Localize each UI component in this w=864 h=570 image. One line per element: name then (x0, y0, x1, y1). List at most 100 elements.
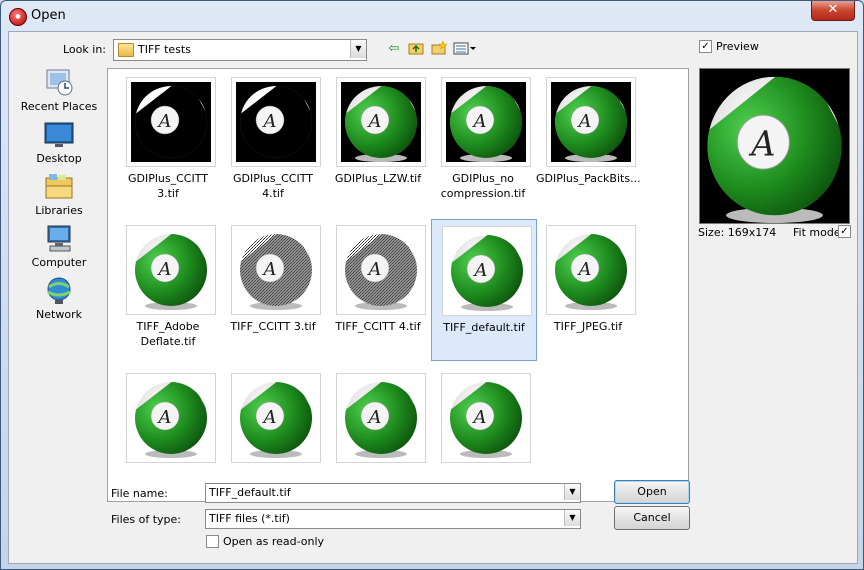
file-item[interactable]: A GDIPlus_CCITT 3.tif (116, 71, 220, 211)
file-name: GDIPlus_CCITT 4.tif (233, 172, 313, 200)
svg-text:A: A (367, 407, 382, 428)
preview-label: Preview (716, 40, 759, 53)
file-name: TIFF_JPEG.tif (553, 320, 623, 333)
up-folder-icon[interactable] (407, 41, 425, 57)
look-in-label: Look in: (63, 43, 106, 56)
file-thumbnail: A (336, 225, 426, 315)
fit-mode-checkbox[interactable]: ✓ (838, 225, 851, 238)
place-libraries[interactable]: Libraries (17, 172, 101, 217)
file-thumbnail: A (231, 373, 321, 463)
file-item[interactable]: A GDIPlus_LZW.tif (326, 71, 430, 211)
file-name-value[interactable]: TIFF_default.tif (209, 486, 291, 499)
folder-icon (118, 43, 134, 57)
title-bar[interactable]: ● Open ✕ (1, 1, 863, 31)
place-label: Network (36, 308, 82, 321)
svg-text:A: A (367, 111, 382, 132)
svg-text:A: A (472, 407, 487, 428)
file-item[interactable]: A TIFF_default.tif (431, 219, 537, 361)
file-thumbnail: A (546, 225, 636, 315)
place-network[interactable]: Network (17, 276, 101, 321)
file-item[interactable]: A TIFF_JPEG.tif (536, 219, 640, 359)
look-in-combo[interactable]: TIFF tests ▼ (113, 39, 367, 61)
libraries-icon (43, 172, 75, 202)
svg-text:A: A (748, 124, 775, 165)
network-icon (43, 276, 75, 306)
file-thumbnail: A (231, 77, 321, 167)
window-title: Open (31, 8, 66, 23)
svg-text:A: A (262, 111, 277, 132)
chevron-down-icon[interactable]: ▼ (564, 484, 580, 500)
file-name: TIFF_default.tif (443, 321, 525, 334)
file-thumbnail: A (442, 226, 532, 316)
file-name: GDIPlus_PackBits... (536, 172, 641, 185)
look-in-value: TIFF tests (138, 43, 191, 56)
svg-text:A: A (472, 111, 487, 132)
files-of-type-value: TIFF files (*.tif) (209, 512, 290, 525)
file-thumbnail: A (441, 373, 531, 463)
file-name-label: File name: (111, 487, 168, 500)
chevron-down-icon[interactable]: ▼ (564, 510, 580, 526)
file-thumbnail: A (231, 225, 321, 315)
close-button[interactable]: ✕ (811, 1, 855, 21)
preview-checkbox[interactable]: ✓ (699, 40, 712, 53)
file-name-field[interactable]: TIFF_default.tif ▼ (205, 483, 581, 503)
file-name: TIFF_Adobe Deflate.tif (136, 320, 200, 348)
new-folder-icon[interactable] (430, 40, 448, 57)
file-thumbnail: A (336, 77, 426, 167)
place-recent-places[interactable]: Recent Places (17, 68, 101, 113)
file-thumbnail: A (126, 77, 216, 167)
read-only-checkbox[interactable] (206, 535, 219, 548)
preview-size-text: Size: 169x174 (698, 226, 777, 239)
file-item[interactable]: A (221, 367, 325, 501)
file-thumbnail: A (546, 77, 636, 167)
fit-mode-label: Fit mode (793, 226, 841, 239)
file-thumbnail: A (336, 373, 426, 463)
file-name: TIFF_CCITT 4.tif (335, 320, 421, 333)
desktop-icon (43, 120, 75, 150)
file-item[interactable]: A GDIPlus_no compression.tif (431, 71, 535, 211)
file-item[interactable]: A GDIPlus_CCITT 4.tif (221, 71, 325, 211)
file-item[interactable]: A GDIPlus_PackBits... (536, 71, 641, 211)
dialog-body: Look in: TIFF tests ▼ ⇦ Recent Places De… (8, 31, 858, 564)
place-label: Recent Places (20, 100, 98, 113)
files-of-type-label: Files of type: (111, 513, 182, 526)
computer-icon (43, 224, 75, 254)
recent-places-icon (43, 68, 75, 98)
place-label: Desktop (36, 152, 82, 165)
place-desktop[interactable]: Desktop (17, 120, 101, 165)
place-computer[interactable]: Computer (17, 224, 101, 269)
open-dialog: ● Open ✕ Look in: TIFF tests ▼ ⇦ Recent … (0, 0, 864, 570)
file-thumbnail: A (126, 373, 216, 463)
file-thumbnail: A (441, 77, 531, 167)
svg-text:A: A (577, 259, 592, 280)
app-logo-icon: ● (9, 8, 27, 26)
svg-text:A: A (157, 407, 172, 428)
file-name: GDIPlus_no compression.tif (440, 172, 526, 200)
read-only-label: Open as read-only (223, 535, 325, 548)
open-button[interactable]: Open (614, 480, 690, 504)
file-item[interactable]: A TIFF_Adobe Deflate.tif (116, 219, 220, 359)
file-name: GDIPlus_CCITT 3.tif (128, 172, 208, 200)
svg-text:A: A (262, 259, 277, 280)
file-list[interactable]: A GDIPlus_CCITT 3.tif A GDIPlus_CCITT 4.… (107, 68, 689, 502)
file-name: TIFF_CCITT 3.tif (230, 320, 316, 333)
file-item[interactable]: A TIFF_CCITT 4.tif (326, 219, 430, 359)
place-label: Libraries (35, 204, 83, 217)
svg-text:A: A (262, 407, 277, 428)
svg-text:A: A (157, 259, 172, 280)
file-item[interactable]: A (116, 367, 220, 501)
back-arrow-icon[interactable]: ⇦ (385, 41, 403, 57)
file-item[interactable]: A TIFF_CCITT 3.tif (221, 219, 325, 359)
svg-text:A: A (577, 111, 592, 132)
cancel-button[interactable]: Cancel (614, 506, 690, 530)
svg-text:A: A (157, 111, 172, 132)
files-of-type-select[interactable]: TIFF files (*.tif) ▼ (205, 509, 581, 529)
view-menu-icon[interactable] (453, 41, 477, 57)
file-item[interactable]: A (431, 367, 535, 501)
file-thumbnail: A (126, 225, 216, 315)
chevron-down-icon[interactable]: ▼ (350, 40, 366, 58)
file-item[interactable]: A (326, 367, 430, 501)
places-bar: Recent Places Desktop Libraries Computer (17, 68, 101, 398)
svg-text:A: A (367, 259, 382, 280)
place-label: Computer (31, 256, 87, 269)
